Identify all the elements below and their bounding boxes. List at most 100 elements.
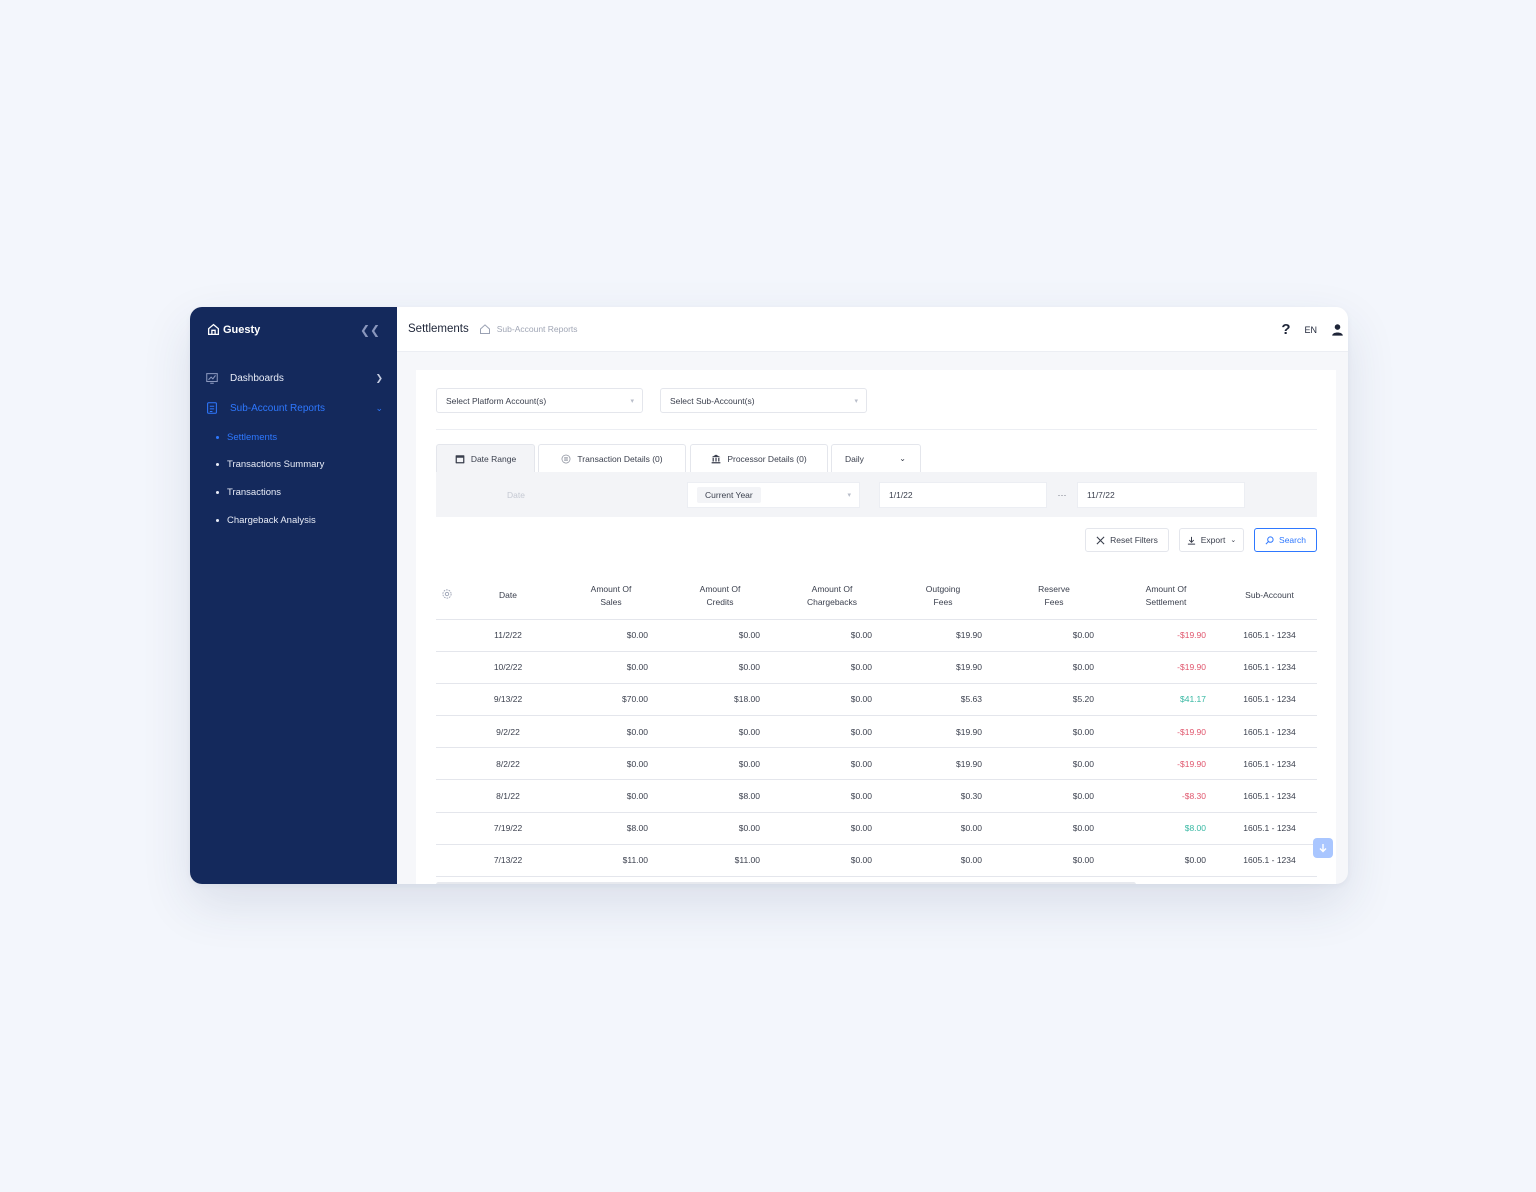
- calendar-icon: [455, 454, 465, 463]
- brand-logo[interactable]: Guesty: [207, 323, 260, 336]
- search-icon: [1265, 535, 1274, 544]
- date-to-input[interactable]: 11/7/22: [1077, 482, 1245, 508]
- search-button[interactable]: Search: [1254, 528, 1317, 552]
- platform-account-placeholder: Select Platform Account(s): [446, 395, 547, 406]
- tab-label: Transaction Details (0): [577, 453, 663, 464]
- date-field-placeholder: Date: [507, 490, 525, 500]
- export-button[interactable]: Export ⌄: [1179, 528, 1244, 552]
- column-header-chargebacks[interactable]: Amount Of Chargebacks: [776, 573, 888, 620]
- cell-sub: 1605.1 - 1234: [1222, 747, 1317, 781]
- cell-date: 7/13/22: [458, 844, 558, 878]
- cell-chargebacks: $0.00: [776, 844, 888, 878]
- date-to-value: 11/7/22: [1087, 490, 1115, 500]
- date-field-select[interactable]: Date: [498, 482, 658, 508]
- reset-filters-button[interactable]: Reset Filters: [1085, 528, 1169, 552]
- column-header-label: Outgoing: [925, 583, 961, 594]
- tab-processor-details[interactable]: Processor Details (0): [690, 444, 828, 472]
- table-row[interactable]: 7/13/22 $11.00 $11.00 $0.00 $0.00 $0.00 $0.00 1…: [436, 844, 1317, 878]
- table-row[interactable]: 9/13/22 $70.00 $18.00 $0.00 $5.63 $5.20 $41.17…: [436, 683, 1317, 717]
- sidebar-subitem-label: Settlements: [227, 432, 278, 443]
- home-icon[interactable]: [479, 323, 491, 335]
- platform-account-select[interactable]: Select Platform Account(s) ▾: [436, 388, 643, 413]
- table-row[interactable]: 11/2/22 $0.00 $0.00 $0.00 $19.90 $0.00 -$19.90…: [436, 619, 1317, 652]
- table-row[interactable]: 7/19/22 $8.00 $0.00 $0.00 $0.00 $0.00 $8.00 160…: [436, 812, 1317, 845]
- sidebar-subitem-label: Transactions: [227, 487, 282, 498]
- column-settings-cell[interactable]: [436, 573, 458, 620]
- sidebar-subitem-transactions-summary[interactable]: Transactions Summary: [216, 459, 324, 470]
- row-spacer-cell: [436, 779, 458, 813]
- collapse-sidebar-icon[interactable]: ❮❮: [360, 323, 380, 337]
- language-selector[interactable]: EN: [1304, 325, 1317, 335]
- sidebar-item-dashboards[interactable]: Dashboards ❯: [205, 368, 383, 388]
- cell-settlement: -$19.90: [1110, 747, 1222, 781]
- cell-date: 9/2/22: [458, 715, 558, 749]
- table-row[interactable]: 8/2/22 $0.00 $0.00 $0.00 $19.90 $0.00 -$19.90 1…: [436, 747, 1317, 781]
- tab-label: Processor Details (0): [727, 453, 807, 464]
- breadcrumb[interactable]: Sub-Account Reports: [497, 324, 578, 334]
- column-header-label: Fees: [1044, 596, 1064, 607]
- cell-sub: 1605.1 - 1234: [1222, 779, 1317, 813]
- list-circle-icon: [561, 454, 571, 463]
- sub-account-select[interactable]: Select Sub-Account(s) ▾: [660, 388, 867, 413]
- user-icon[interactable]: [1331, 323, 1344, 336]
- interval-select[interactable]: Daily ⌄: [831, 444, 921, 472]
- table-row[interactable]: 9/2/22 $0.00 $0.00 $0.00 $19.90 $0.00 -$19.90 1…: [436, 715, 1317, 749]
- chevron-right-icon: ❯: [375, 372, 383, 383]
- cell-sub: 1605.1 - 1234: [1222, 683, 1317, 717]
- sidebar-item-sub-account-reports[interactable]: Sub-Account Reports ⌄: [205, 398, 383, 418]
- cell-sales: $0.00: [558, 619, 664, 652]
- tab-date-range[interactable]: Date Range: [436, 444, 535, 472]
- cell-credits: $11.00: [664, 844, 776, 878]
- scroll-down-button[interactable]: [1313, 838, 1333, 858]
- date-from-input[interactable]: 1/1/22: [879, 482, 1047, 508]
- date-from-value: 1/1/22: [889, 490, 913, 500]
- sidebar-subitem-chargeback-analysis[interactable]: Chargeback Analysis: [216, 515, 316, 526]
- date-range-separator: ···: [1047, 482, 1077, 508]
- tab-label: Date Range: [470, 453, 517, 464]
- sidebar-subitem-transactions[interactable]: Transactions: [216, 487, 281, 498]
- column-header-sub-account[interactable]: Sub-Account: [1222, 573, 1317, 620]
- download-icon: [1187, 536, 1195, 545]
- column-header-label: Reserve: [1038, 583, 1070, 594]
- cell-sales: $8.00: [558, 812, 664, 845]
- cell-outgoing: $0.30: [888, 779, 998, 813]
- gear-icon[interactable]: [441, 588, 453, 600]
- column-header-label: Sales: [600, 596, 622, 607]
- column-header-settlement[interactable]: Amount Of Settlement: [1110, 573, 1222, 620]
- cell-chargebacks: $0.00: [776, 812, 888, 845]
- table-row[interactable]: 10/2/22 $0.00 $0.00 $0.00 $19.90 $0.00 -$19.90…: [436, 651, 1317, 684]
- column-header-sales[interactable]: Amount Of Sales: [558, 573, 664, 620]
- period-value: Current Year: [697, 487, 761, 503]
- column-header-credits[interactable]: Amount Of Credits: [664, 573, 776, 620]
- close-icon: [1096, 536, 1105, 544]
- main-content: Settlements Sub-Account Reports ? EN Sel…: [397, 307, 1348, 884]
- cell-credits: $0.00: [664, 619, 776, 652]
- cell-date: 9/13/22: [458, 683, 558, 717]
- cell-settlement: -$19.90: [1110, 651, 1222, 684]
- tab-transaction-details[interactable]: Transaction Details (0): [538, 444, 686, 472]
- bullet-icon: [216, 436, 219, 439]
- cell-settlement: -$19.90: [1110, 715, 1222, 749]
- help-icon[interactable]: ?: [1281, 321, 1290, 338]
- report-icon: [207, 402, 217, 414]
- cell-reserve: $0.00: [998, 779, 1110, 813]
- table-row[interactable]: 8/1/22 $0.00 $8.00 $0.00 $0.30 $0.00 -$8.30 160…: [436, 779, 1317, 813]
- cell-chargebacks: $0.00: [776, 683, 888, 717]
- column-header-date[interactable]: Date: [458, 573, 558, 620]
- horizontal-scrollbar[interactable]: [436, 882, 1136, 884]
- cell-chargebacks: $0.00: [776, 651, 888, 684]
- cell-date: 8/2/22: [458, 747, 558, 781]
- period-select[interactable]: Current Year ▾: [687, 482, 860, 508]
- row-spacer-cell: [436, 747, 458, 781]
- report-panel: Select Platform Account(s) ▾ Select Sub-…: [416, 370, 1336, 884]
- table-header-row: Date Amount Of Sales Amount Of Credits Amo…: [436, 573, 1317, 620]
- sidebar-subitem-settlements[interactable]: Settlements: [216, 432, 277, 443]
- chevron-down-icon: ⌄: [375, 402, 383, 413]
- column-header-reserve-fees[interactable]: Reserve Fees: [998, 573, 1110, 620]
- column-header-outgoing-fees[interactable]: Outgoing Fees: [888, 573, 998, 620]
- cell-reserve: $0.00: [998, 651, 1110, 684]
- cell-settlement: -$8.30: [1110, 779, 1222, 813]
- column-header-label: Amount Of: [1145, 583, 1187, 594]
- cell-chargebacks: $0.00: [776, 779, 888, 813]
- cell-settlement: $8.00: [1110, 812, 1222, 845]
